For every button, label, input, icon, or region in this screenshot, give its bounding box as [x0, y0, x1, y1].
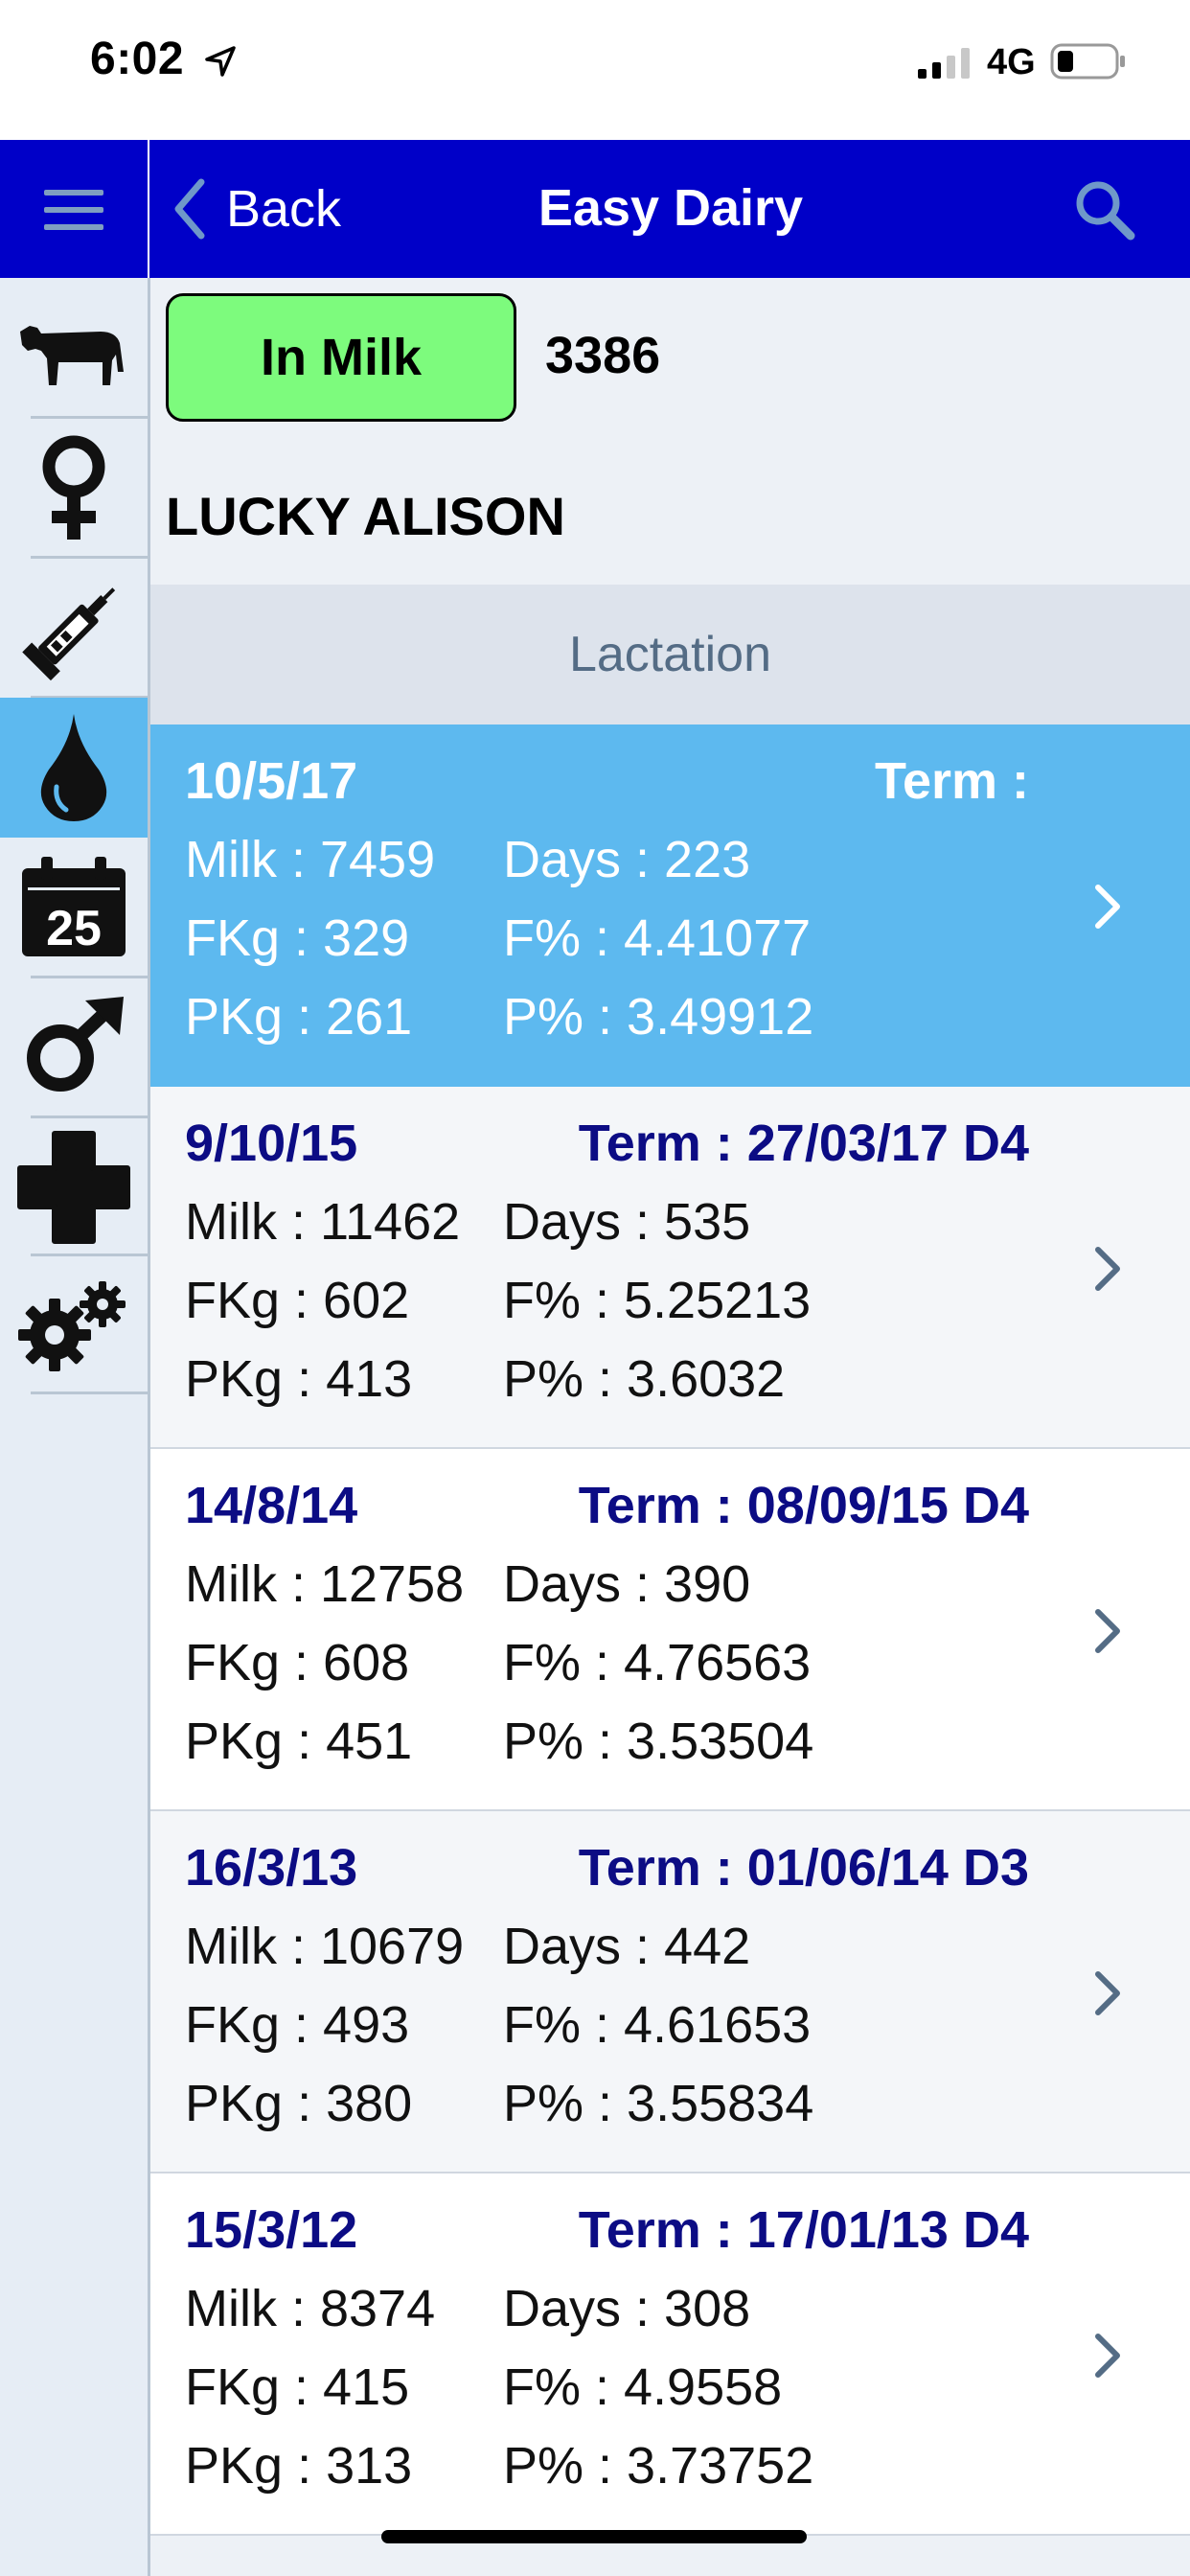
sidebar: 25 — [0, 278, 148, 2576]
sidebar-item-settings[interactable] — [0, 1255, 148, 1395]
lactation-list: 10/5/17 Term : Milk : 7459 Days : 223 FK… — [150, 724, 1190, 2536]
lactation-date: 9/10/15 — [185, 1115, 358, 1172]
sidebar-item-female[interactable] — [0, 418, 148, 558]
days-value: Days : 390 — [503, 1555, 751, 1613]
lactation-term: Term : — [874, 752, 1029, 810]
calendar-day: 25 — [46, 901, 102, 956]
lactation-term: Term : 17/01/13 D4 — [578, 2201, 1029, 2259]
protein-kg-value: PKg : 313 — [185, 2437, 413, 2495]
milk-value: Milk : 10679 — [185, 1918, 465, 1975]
lactation-row[interactable]: 9/10/15 Term : 27/03/17 D4 Milk : 11462 … — [150, 1087, 1190, 1449]
page-title: Easy Dairy — [538, 179, 804, 237]
lactation-date: 10/5/17 — [185, 752, 358, 810]
fat-kg-value: FKg : 415 — [185, 2358, 410, 2416]
back-label: Back — [226, 180, 342, 238]
sidebar-item-calendar[interactable]: 25 — [0, 838, 148, 978]
cow-icon — [20, 326, 124, 385]
lactation-row[interactable]: 14/8/14 Term : 08/09/15 D4 Milk : 12758 … — [150, 1449, 1190, 1811]
sidebar-item-male[interactable] — [0, 978, 148, 1117]
male-icon — [27, 997, 124, 1092]
gears-icon — [18, 1281, 126, 1371]
cross-icon — [17, 1131, 130, 1244]
protein-percent-value: P% : 3.6032 — [503, 1350, 786, 1408]
days-value: Days : 308 — [503, 2280, 751, 2337]
status-bar: 6:02 4G — [0, 0, 1190, 140]
fat-kg-value: FKg : 329 — [185, 909, 410, 967]
lactation-date: 14/8/14 — [185, 1477, 358, 1534]
sidebar-item-milk[interactable] — [0, 698, 148, 838]
protein-percent-value: P% : 3.53504 — [503, 1713, 814, 1770]
sidebar-item-syringe[interactable] — [0, 558, 148, 698]
lactation-date: 16/3/13 — [185, 1839, 358, 1897]
protein-kg-value: PKg : 451 — [185, 1713, 413, 1770]
days-value: Days : 223 — [503, 831, 751, 888]
fat-percent-value: F% : 5.25213 — [503, 1272, 812, 1329]
lactation-row[interactable]: 16/3/13 Term : 01/06/14 D3 Milk : 10679 … — [150, 1811, 1190, 2174]
fat-percent-value: F% : 4.76563 — [503, 1634, 812, 1691]
lactation-term: Term : 27/03/17 D4 — [578, 1115, 1029, 1172]
status-time: 6:02 — [90, 34, 185, 84]
chevron-right-icon — [1095, 1609, 1120, 1653]
fat-percent-value: F% : 4.9558 — [503, 2358, 783, 2416]
milk-value: Milk : 12758 — [185, 1555, 465, 1613]
battery-icon — [1050, 43, 1125, 80]
lactation-term: Term : 08/09/15 D4 — [578, 1477, 1029, 1534]
protein-kg-value: PKg : 380 — [185, 2075, 413, 2132]
lactation-row[interactable]: 15/3/12 Term : 17/01/13 D4 Milk : 8374 D… — [150, 2174, 1190, 2536]
lactation-row[interactable]: 10/5/17 Term : Milk : 7459 Days : 223 FK… — [150, 724, 1190, 1087]
menu-button[interactable] — [0, 140, 148, 278]
chevron-right-icon — [1095, 885, 1120, 929]
calendar-icon: 25 — [22, 857, 126, 956]
milk-drop-icon — [40, 714, 107, 821]
chevron-right-icon — [1095, 1971, 1120, 2015]
syringe-icon — [22, 587, 116, 681]
status-badge[interactable]: In Milk — [166, 293, 516, 422]
protein-kg-value: PKg : 413 — [185, 1350, 413, 1408]
days-value: Days : 442 — [503, 1918, 751, 1975]
sidebar-separator — [31, 1392, 148, 1394]
fat-kg-value: FKg : 602 — [185, 1272, 410, 1329]
fat-percent-value: F% : 4.61653 — [503, 1996, 812, 2054]
fat-kg-value: FKg : 493 — [185, 1996, 410, 2054]
fat-kg-value: FKg : 608 — [185, 1634, 410, 1691]
protein-kg-value: PKg : 261 — [185, 988, 413, 1046]
days-value: Days : 535 — [503, 1193, 751, 1251]
lactation-date: 15/3/12 — [185, 2201, 358, 2259]
milk-value: Milk : 8374 — [185, 2280, 436, 2337]
nav-divider — [148, 140, 149, 278]
protein-percent-value: P% : 3.73752 — [503, 2437, 814, 2495]
protein-percent-value: P% : 3.49912 — [503, 988, 814, 1046]
chevron-right-icon — [1095, 2334, 1120, 2378]
female-icon — [42, 435, 105, 540]
milk-value: Milk : 7459 — [185, 831, 436, 888]
signal-icon — [918, 48, 970, 79]
chevron-left-icon — [174, 178, 205, 240]
network-type: 4G — [987, 42, 1036, 82]
location-arrow-icon — [205, 46, 236, 77]
back-button[interactable]: Back — [172, 169, 341, 249]
milk-value: Milk : 11462 — [185, 1193, 461, 1251]
sidebar-item-health[interactable] — [0, 1117, 148, 1257]
sidebar-item-cow[interactable] — [0, 278, 148, 418]
animal-name: LUCKY ALISON — [166, 486, 565, 546]
animal-number: 3386 — [545, 327, 661, 384]
chevron-right-icon — [1095, 1247, 1120, 1291]
hamburger-icon — [44, 190, 103, 230]
section-header: Lactation — [150, 585, 1190, 724]
fat-percent-value: F% : 4.41077 — [503, 909, 812, 967]
lactation-term: Term : 01/06/14 D3 — [578, 1839, 1029, 1897]
nav-bar: Back Easy Dairy — [0, 140, 1190, 278]
search-icon[interactable] — [1071, 176, 1138, 243]
protein-percent-value: P% : 3.55834 — [503, 2075, 814, 2132]
home-indicator[interactable] — [381, 2530, 807, 2543]
main-content: In Milk 3386 LUCKY ALISON Lactation 10/5… — [150, 278, 1190, 2576]
